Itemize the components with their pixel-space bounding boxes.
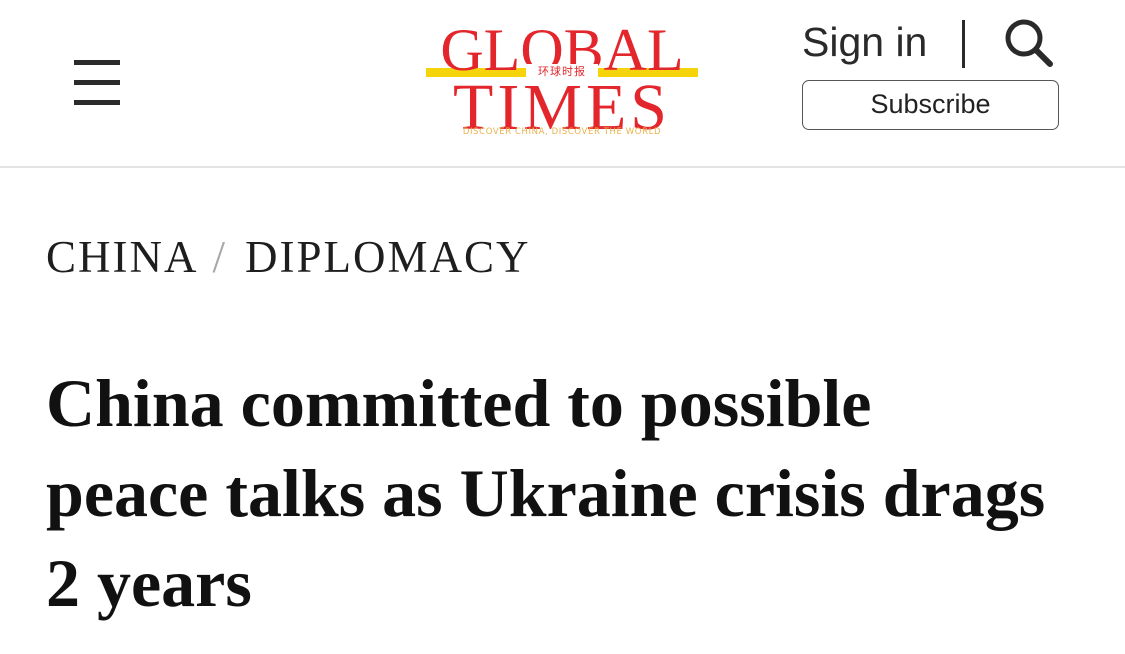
breadcrumb-diplomacy[interactable]: DIPLOMACY bbox=[245, 232, 531, 282]
search-icon-graphic bbox=[1005, 19, 1053, 67]
article-headline: China committed to possible peace talks … bbox=[46, 365, 1046, 621]
page: GLOBAL 环球时报 TIMES DISCOVER CHINA, DISCOV… bbox=[0, 0, 1125, 654]
breadcrumb-separator: / bbox=[212, 232, 228, 282]
hamburger-menu-icon[interactable] bbox=[66, 52, 126, 114]
menu-bar bbox=[74, 80, 120, 85]
header-divider bbox=[962, 20, 965, 68]
menu-bar bbox=[74, 100, 120, 105]
breadcrumb-china[interactable]: CHINA bbox=[46, 232, 199, 282]
logo-tagline: DISCOVER CHINA, DISCOVER THE WORLD bbox=[462, 127, 662, 137]
search-icon[interactable] bbox=[1002, 16, 1056, 70]
sign-in-link[interactable]: Sign in bbox=[802, 18, 927, 66]
menu-bar bbox=[74, 60, 120, 65]
subscribe-button[interactable]: Subscribe bbox=[802, 80, 1059, 130]
global-times-logo[interactable]: GLOBAL 环球时报 TIMES DISCOVER CHINA, DISCOV… bbox=[426, 16, 698, 141]
site-header: GLOBAL 环球时报 TIMES DISCOVER CHINA, DISCOV… bbox=[0, 0, 1125, 168]
breadcrumb: CHINA / DIPLOMACY bbox=[46, 230, 531, 284]
